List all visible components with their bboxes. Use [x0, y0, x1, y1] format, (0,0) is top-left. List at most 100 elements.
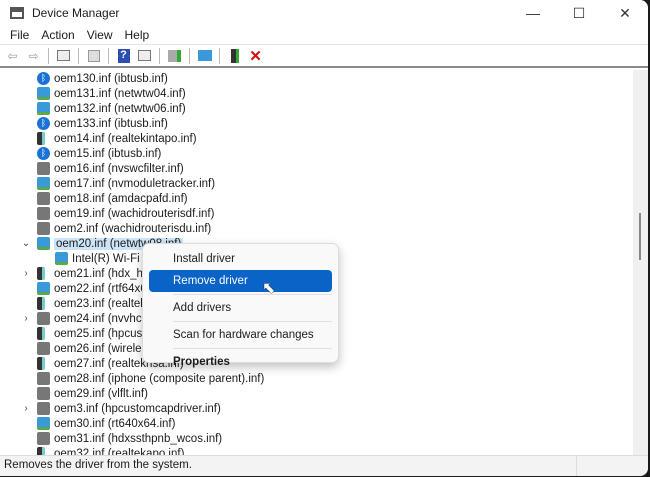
tree-item-label: oem22.inf (rtf64x64. — [54, 282, 157, 295]
bluetooth-icon: ᛒ — [37, 117, 50, 130]
tree-item-label: oem15.inf (ibtusb.inf) — [54, 147, 162, 160]
tree-item[interactable]: oem32.inf (realtekapo.inf) — [0, 446, 633, 455]
tree-item-label: oem28.inf (iphone (composite parent).inf… — [54, 372, 265, 385]
tree-item[interactable]: › oem3.inf (hpcustomcapdriver.inf) — [0, 401, 633, 416]
status-bar: Removes the driver from the system. — [0, 455, 648, 476]
generic-device-icon — [37, 312, 50, 325]
menu-item-remove-driver[interactable]: Remove driver — [149, 270, 332, 292]
tree-item[interactable]: oem14.inf (realtekintapo.inf) — [0, 131, 633, 146]
menu-item-scan-hardware[interactable]: Scan for hardware changes — [149, 324, 332, 346]
network-adapter-icon — [37, 102, 50, 115]
tree-item-label: oem131.inf (netwtw04.inf) — [54, 87, 186, 100]
menu-help[interactable]: Help — [119, 28, 156, 42]
back-arrow-icon[interactable]: ⇦ — [4, 47, 21, 64]
tree-item[interactable]: oem31.inf (hdxssthpnb_wcos.inf) — [0, 431, 633, 446]
generic-device-icon — [37, 372, 50, 385]
tree-item-label: oem17.inf (nvmoduletracker.inf) — [54, 177, 216, 190]
show-hide-console-tree-icon[interactable] — [55, 47, 72, 64]
generic-device-icon — [37, 222, 50, 235]
tree-item[interactable]: oem16.inf (nvswcfilter.inf) — [0, 161, 633, 176]
tree-item[interactable]: oem131.inf (netwtw04.inf) — [0, 86, 633, 101]
tree-item-label: oem29.inf (vlflt.inf) — [54, 387, 148, 400]
menu-item-properties[interactable]: Properties — [149, 351, 332, 373]
tree-item-label: oem132.inf (netwtw06.inf) — [54, 102, 186, 115]
tree-item-label: oem30.inf (rt640x64.inf) — [54, 417, 176, 430]
toolbar: ⇦ ⇨ ? ✕ — [0, 44, 648, 68]
tree-item[interactable]: oem132.inf (netwtw06.inf) — [0, 101, 633, 116]
vertical-scrollbar[interactable] — [633, 70, 648, 455]
device-icon — [37, 267, 45, 280]
toolbar-divider — [219, 47, 220, 64]
scrollbar-thumb[interactable] — [639, 213, 641, 260]
tree-item-label: oem24.inf (nvvhci.in — [54, 312, 157, 325]
tree-item-label: oem16.inf (nvswcfilter.inf) — [54, 162, 184, 175]
network-adapter-icon — [37, 237, 50, 250]
chevron-right-icon[interactable]: › — [21, 268, 31, 279]
device-icon — [37, 357, 45, 370]
status-divider — [576, 456, 577, 476]
chevron-down-icon[interactable]: ⌄ — [21, 238, 31, 249]
menu-separator — [173, 321, 332, 322]
generic-device-icon — [37, 192, 50, 205]
tree-item[interactable]: ᛒ oem130.inf (ibtusb.inf) — [0, 71, 633, 86]
minimize-button[interactable]: — — [510, 0, 556, 26]
tree-item-label: oem19.inf (wachidrouterisdf.inf) — [54, 207, 215, 220]
menu-separator — [173, 294, 332, 295]
device-manager-window: Device Manager — ☐ ✕ File Action View He… — [0, 0, 648, 476]
tree-item[interactable]: oem28.inf (iphone (composite parent).inf… — [0, 371, 633, 386]
generic-device-icon — [37, 342, 50, 355]
menu-view[interactable]: View — [81, 28, 119, 42]
tree-item[interactable]: ᛒ oem133.inf (ibtusb.inf) — [0, 116, 633, 131]
menu-separator — [173, 348, 332, 349]
device-icon — [37, 327, 45, 340]
tree-item[interactable]: ᛒ oem15.inf (ibtusb.inf) — [0, 146, 633, 161]
tree-item-label: oem3.inf (hpcustomcapdriver.inf) — [54, 402, 221, 415]
device-icon — [37, 447, 45, 455]
close-button[interactable]: ✕ — [602, 0, 648, 26]
menu-file[interactable]: File — [4, 28, 35, 42]
tree-item[interactable]: oem18.inf (amdacpafd.inf) — [0, 191, 633, 206]
add-driver-icon[interactable] — [226, 47, 243, 64]
network-adapter-icon — [37, 417, 50, 430]
network-adapter-icon — [37, 87, 50, 100]
bluetooth-icon: ᛒ — [37, 72, 50, 85]
generic-device-icon — [37, 207, 50, 220]
status-text: Removes the driver from the system. — [4, 459, 192, 471]
tree-item-label: oem31.inf (hdxssthpnb_wcos.inf) — [54, 432, 223, 445]
generic-device-icon — [37, 162, 50, 175]
properties-icon[interactable] — [85, 47, 102, 64]
tree-item[interactable]: oem2.inf (wachidrouterisdu.inf) — [0, 221, 633, 236]
scan-hardware-icon[interactable] — [196, 47, 213, 64]
toolbar-divider — [108, 47, 109, 64]
help-icon[interactable]: ? — [115, 47, 132, 64]
tree-item-label: oem2.inf (wachidrouterisdu.inf) — [54, 222, 212, 235]
update-driver-icon[interactable] — [166, 47, 183, 64]
uninstall-icon[interactable]: ✕ — [247, 47, 264, 65]
context-menu: Install driver Remove driver Add drivers… — [142, 243, 339, 368]
bluetooth-icon: ᛒ — [37, 147, 50, 160]
tree-item-label: oem14.inf (realtekintapo.inf) — [54, 132, 197, 145]
chevron-right-icon[interactable]: › — [21, 313, 31, 324]
tree-item-label: oem23.inf (realtekin — [54, 297, 155, 310]
tree-item[interactable]: oem30.inf (rt640x64.inf) — [0, 416, 633, 431]
menu-action[interactable]: Action — [35, 28, 80, 42]
tree-item-label: oem133.inf (ibtusb.inf) — [54, 117, 168, 130]
network-adapter-icon — [37, 282, 50, 295]
tree-item-label: oem130.inf (ibtusb.inf) — [54, 72, 168, 85]
toolbar-divider — [189, 47, 190, 64]
generic-device-icon — [37, 402, 50, 415]
forward-arrow-icon[interactable]: ⇨ — [25, 47, 42, 64]
device-icon — [37, 132, 45, 145]
menu-bar: File Action View Help — [0, 26, 648, 44]
toolbar-divider — [48, 47, 49, 64]
maximize-button[interactable]: ☐ — [556, 0, 602, 26]
tree-item[interactable]: oem29.inf (vlflt.inf) — [0, 386, 633, 401]
menu-item-install-driver[interactable]: Install driver — [149, 248, 332, 270]
device-manager-icon — [10, 7, 24, 19]
tree-item[interactable]: oem17.inf (nvmoduletracker.inf) — [0, 176, 633, 191]
generic-device-icon — [37, 387, 50, 400]
tree-item[interactable]: oem19.inf (wachidrouterisdf.inf) — [0, 206, 633, 221]
chevron-right-icon[interactable]: › — [21, 403, 31, 414]
action-pane-icon[interactable] — [136, 47, 153, 64]
menu-item-add-drivers[interactable]: Add drivers — [149, 297, 332, 319]
